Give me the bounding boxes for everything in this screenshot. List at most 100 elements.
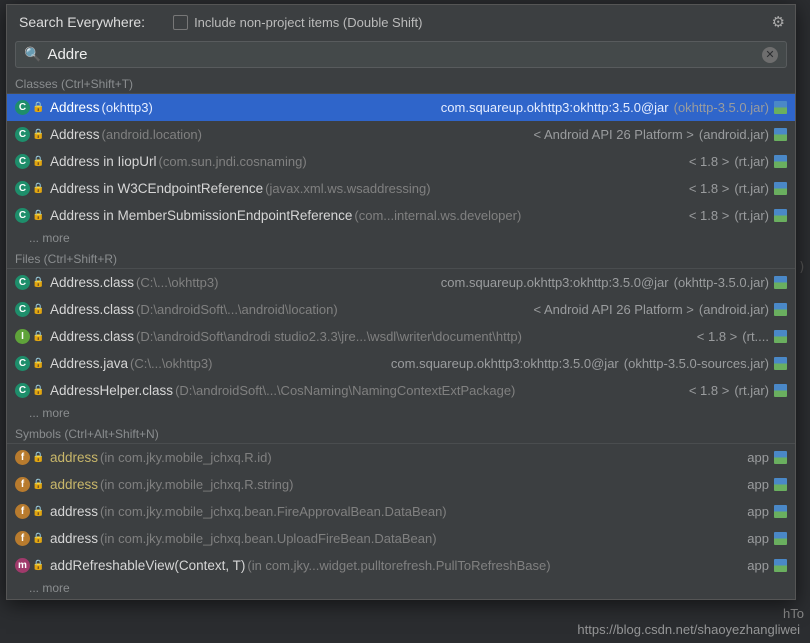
result-context: (okhttp3) [102,100,153,115]
result-context: (android.location) [102,127,202,142]
source-root-icon [774,182,787,195]
result-name: Address [50,127,100,142]
list-item[interactable]: C🔒Address.java (C:\...\okhttp3)com.squar… [7,350,795,377]
result-context: (D:\androidSoft\...\CosNaming\NamingCont… [175,383,515,398]
popup-title: Search Everywhere: [19,14,145,30]
list-item[interactable]: f🔒address (in com.jky.mobile_jchxq.R.id)… [7,444,795,471]
result-context: (javax.xml.ws.wsaddressing) [265,181,430,196]
class-icon: C [15,275,30,290]
include-nonproject-label: Include non-project items (Double Shift) [194,15,422,30]
search-everywhere-popup: Search Everywhere: Include non-project i… [6,4,796,600]
result-name: address [50,504,98,519]
lock-icon: 🔒 [32,385,44,396]
class-icon: C [15,181,30,196]
list-item[interactable]: f🔒address (in com.jky.mobile_jchxq.R.str… [7,471,795,498]
result-name: address [50,477,98,492]
list-item[interactable]: f🔒address (in com.jky.mobile_jchxq.bean.… [7,498,795,525]
result-name: Address.class [50,329,134,344]
result-location: < Android API 26 Platform >(android.jar) [533,127,787,142]
lock-icon: 🔒 [32,479,44,490]
result-name: Address in IiopUrl [50,154,157,169]
list-item[interactable]: C🔒Address.class (C:\...\okhttp3)com.squa… [7,269,795,296]
result-name: Address in MemberSubmissionEndpointRefer… [50,208,352,223]
search-input[interactable] [47,46,762,63]
result-context: (in com.jky...widget.pulltorefresh.PullT… [247,558,550,573]
class-icon: C [15,127,30,142]
source-root-icon [774,478,787,491]
symbols-more[interactable]: ... more [7,579,795,599]
result-context: (D:\androidSoft\...\android\location) [136,302,338,317]
list-item[interactable]: C🔒Address (okhttp3)com.squareup.okhttp3:… [7,94,795,121]
list-item[interactable]: C🔒 Address.class (D:\androidSoft\...\andr… [7,296,795,323]
result-name: AddressHelper.class [50,383,173,398]
lock-icon: 🔒 [32,210,44,221]
method-icon: m [15,558,30,573]
field-icon: f [15,477,30,492]
lock-icon: 🔒 [32,331,44,342]
source-root-icon [774,276,787,289]
gear-icon[interactable]: ⚙ [772,13,785,31]
result-context: (com.sun.jndi.cosnaming) [159,154,307,169]
result-name: address [50,531,98,546]
lock-icon: 🔒 [32,533,44,544]
source-root-icon [774,303,787,316]
result-context: (com...internal.ws.developer) [354,208,521,223]
source-root-icon [774,357,787,370]
list-item[interactable]: C🔒 Address in W3CEndpointReference (javax… [7,175,795,202]
source-root-icon [774,384,787,397]
list-item[interactable]: C🔒 Address in MemberSubmissionEndpointRef… [7,202,795,229]
result-location: app [747,504,787,519]
lock-icon: 🔒 [32,358,44,369]
source-root-icon [774,330,787,343]
result-context: (in com.jky.mobile_jchxq.R.id) [100,450,272,465]
result-location: < 1.8 >(rt.jar) [689,383,787,398]
result-context: (C:\...\okhttp3) [136,275,218,290]
result-context: (in com.jky.mobile_jchxq.bean.FireApprov… [100,504,447,519]
source-root-icon [774,209,787,222]
result-location: < Android API 26 Platform >(android.jar) [533,302,787,317]
result-name: addRefreshableView(Context, T) [50,558,245,573]
result-location: < 1.8 >(rt.jar) [689,208,787,223]
result-name: address [50,450,98,465]
clear-icon[interactable]: ✕ [762,47,778,63]
result-location: com.squareup.okhttp3:okhttp:3.5.0@jar(ok… [441,100,787,115]
source-root-icon [774,128,787,141]
watermark: https://blog.csdn.net/shaoyezhangliwei [577,622,800,637]
result-location: com.squareup.okhttp3:okhttp:3.5.0@jar(ok… [441,275,787,290]
list-item[interactable]: m🔒 addRefreshableView(Context, T) (in com… [7,552,795,579]
class-icon: C [15,154,30,169]
field-icon: f [15,531,30,546]
lock-icon: 🔒 [32,560,44,571]
files-more[interactable]: ... more [7,404,795,424]
lock-icon: 🔒 [32,102,44,113]
search-field-row: 🔍 ✕ [15,41,787,68]
source-root-icon [774,155,787,168]
section-files-header: Files (Ctrl+Shift+R) [7,249,795,269]
result-name: Address.java [50,356,128,371]
classes-more[interactable]: ... more [7,229,795,249]
result-location: com.squareup.okhttp3:okhttp:3.5.0@jar(ok… [391,356,787,371]
list-item[interactable]: C🔒 Address in IiopUrl (com.sun.jndi.cosna… [7,148,795,175]
class-icon: C [15,356,30,371]
list-item[interactable]: I🔒Address.class (D:\androidSoft\androdi … [7,323,795,350]
list-item[interactable]: C🔒Address (android.location)< Android AP… [7,121,795,148]
result-context: (D:\androidSoft\androdi studio2.3.3\jre.… [136,329,522,344]
class-icon: C [15,208,30,223]
class-icon: C [15,383,30,398]
result-location: app [747,477,787,492]
include-nonproject-checkbox[interactable] [173,15,188,30]
lock-icon: 🔒 [32,156,44,167]
list-item[interactable]: f🔒address (in com.jky.mobile_jchxq.bean.… [7,525,795,552]
list-item[interactable]: C🔒 AddressHelper.class (D:\androidSoft\..… [7,377,795,404]
search-icon: 🔍 [24,46,41,63]
section-classes-header: Classes (Ctrl+Shift+T) [7,74,795,94]
result-name: Address in W3CEndpointReference [50,181,263,196]
source-root-icon [774,532,787,545]
result-name: Address.class [50,302,134,317]
lock-icon: 🔒 [32,183,44,194]
class-icon: C [15,302,30,317]
source-root-icon [774,451,787,464]
lock-icon: 🔒 [32,304,44,315]
result-location: app [747,531,787,546]
lock-icon: 🔒 [32,277,44,288]
